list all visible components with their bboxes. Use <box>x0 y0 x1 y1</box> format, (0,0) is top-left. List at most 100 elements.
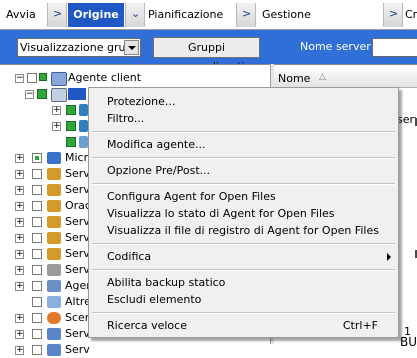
tab-label: Origine <box>73 8 119 21</box>
checkbox-checked[interactable] <box>66 105 76 115</box>
nav-separator-arrow: > <box>383 3 403 27</box>
expand-icon[interactable]: + <box>52 122 61 131</box>
checkbox-checked[interactable] <box>37 89 47 99</box>
expand-icon[interactable]: + <box>15 250 24 259</box>
registry-icon <box>79 136 88 148</box>
checkbox[interactable] <box>32 201 42 211</box>
chevron-right-icon: > <box>242 7 252 20</box>
tree-node-group[interactable]: Altre <box>0 294 91 310</box>
tab-origine[interactable]: Origine <box>68 3 124 27</box>
checkbox[interactable] <box>27 73 37 83</box>
checkbox[interactable] <box>32 329 42 339</box>
menu-item-protezione[interactable]: Protezione... <box>107 95 175 108</box>
menu-item-visualizza-stato[interactable]: Visualizza lo stato di Agent for Open Fi… <box>107 207 335 220</box>
database-icon <box>47 248 61 260</box>
tree-node-group[interactable]: + Serv <box>0 262 90 278</box>
expand-icon[interactable]: + <box>15 282 24 291</box>
tree-node-group[interactable]: + Serv <box>0 182 90 198</box>
tree-node-child[interactable]: + <box>0 102 90 118</box>
nav-separator-arrow: > <box>47 3 67 27</box>
menu-item-modifica-agente[interactable]: Modifica agente... <box>107 138 206 151</box>
tree-node-child[interactable] <box>0 134 90 150</box>
drive-icon <box>79 104 88 116</box>
checkbox[interactable] <box>32 185 42 195</box>
checkbox[interactable] <box>32 281 42 291</box>
checkbox[interactable] <box>32 345 42 355</box>
menu-item-visualizza-registro[interactable]: Visualizza il file di registro di Agent … <box>107 224 379 237</box>
menu-item-filtro[interactable]: Filtro... <box>107 112 144 125</box>
expand-icon[interactable]: + <box>15 266 24 275</box>
expand-icon[interactable]: + <box>15 346 24 355</box>
tree-node-child[interactable]: + <box>0 118 90 134</box>
tree-node-group[interactable]: + Serv <box>0 166 90 182</box>
tab-label: Pianificazione <box>148 8 224 21</box>
checkbox[interactable] <box>32 217 42 227</box>
tab-pianificazione[interactable]: Pianificazione <box>148 3 238 27</box>
checkbox[interactable] <box>32 297 42 307</box>
database-icon <box>47 232 61 244</box>
expand-icon[interactable]: + <box>15 154 24 163</box>
custom-groups-button[interactable]: Gruppi personalizzati <box>153 37 260 73</box>
checkbox-partial[interactable] <box>32 153 42 163</box>
view-select[interactable]: Visualizzazione gruppi <box>17 38 141 57</box>
expand-icon[interactable]: + <box>15 234 24 243</box>
menu-item-abilita-backup-statico[interactable]: Abilita backup statico <box>107 276 225 289</box>
checkbox-checked[interactable] <box>66 137 76 147</box>
menu-separator <box>92 157 395 159</box>
chevron-right-icon: > <box>53 7 63 20</box>
tree-node-group[interactable]: + Serv <box>0 230 90 246</box>
checkbox[interactable] <box>32 265 42 275</box>
expand-icon[interactable]: + <box>15 202 24 211</box>
menu-item-ricerca-veloce[interactable]: Ricerca veloce <box>107 319 187 332</box>
expand-icon[interactable]: + <box>15 170 24 179</box>
menu-item-escludi-elemento[interactable]: Escludi elemento <box>107 293 201 306</box>
selection-highlight <box>68 88 86 100</box>
tree-node-group[interactable]: + Serv <box>0 246 90 262</box>
tree-node-label: Scer <box>65 311 90 324</box>
nav-separator-arrow: ⌄ <box>125 3 145 27</box>
tree-node-group[interactable]: + Micro <box>0 150 95 166</box>
tree-node-group[interactable]: + Scer <box>0 310 90 326</box>
sort-ascending-icon: △ <box>319 72 326 82</box>
checkbox[interactable] <box>32 249 42 259</box>
tab-cr[interactable]: Cr <box>405 3 417 27</box>
collapse-icon[interactable]: − <box>15 74 24 83</box>
server-icon <box>47 264 61 276</box>
agent-icon <box>47 280 61 292</box>
tree-node-label: Serv <box>65 327 90 340</box>
database-icon <box>47 184 61 196</box>
expand-icon[interactable]: + <box>15 314 24 323</box>
tree-node-label: Agente client <box>68 71 142 84</box>
checkbox-checked[interactable] <box>66 121 76 131</box>
dropdown-arrow-icon[interactable] <box>124 40 139 55</box>
tab-avvia[interactable]: Avvia <box>6 3 46 27</box>
expand-icon[interactable]: + <box>52 106 61 115</box>
tree-node-agente-client[interactable]: − Agente client <box>0 70 270 86</box>
tree-node-group[interactable]: + Agen <box>0 278 93 294</box>
checkbox[interactable] <box>32 169 42 179</box>
expand-icon[interactable]: + <box>15 330 24 339</box>
expand-icon[interactable]: + <box>15 218 24 227</box>
server-name-label: Nome server: <box>300 40 375 53</box>
checkbox[interactable] <box>32 233 42 243</box>
tab-label: Cr <box>405 8 417 21</box>
server-icon <box>47 328 61 340</box>
submenu-arrow-icon <box>387 253 391 261</box>
checkbox[interactable] <box>32 313 42 323</box>
tree-node-group[interactable]: + Serv <box>0 214 90 230</box>
column-header-nome[interactable]: Nome △ <box>274 69 417 88</box>
menu-item-codifica[interactable]: Codifica <box>107 250 151 263</box>
menu-item-opzione-pre-post[interactable]: Opzione Pre/Post... <box>107 164 210 177</box>
menu-shortcut: Ctrl+F <box>342 319 378 332</box>
expand-icon[interactable]: + <box>15 186 24 195</box>
tree-node-label: Serv <box>65 263 90 276</box>
tree-node-group[interactable]: + Oracl <box>0 198 94 214</box>
tab-gestione-temporanea[interactable]: Gestione temporanea <box>262 3 380 45</box>
collapse-icon[interactable]: − <box>25 90 34 99</box>
menu-separator <box>92 312 395 314</box>
tree-node-label: Serv <box>65 343 90 356</box>
server-name-input[interactable] <box>372 38 417 57</box>
menu-item-configura-agent[interactable]: Configura Agent for Open Files <box>107 190 276 203</box>
tree-node-group[interactable]: + Serv <box>0 342 90 358</box>
tree-node-group[interactable]: + Serv <box>0 326 90 342</box>
